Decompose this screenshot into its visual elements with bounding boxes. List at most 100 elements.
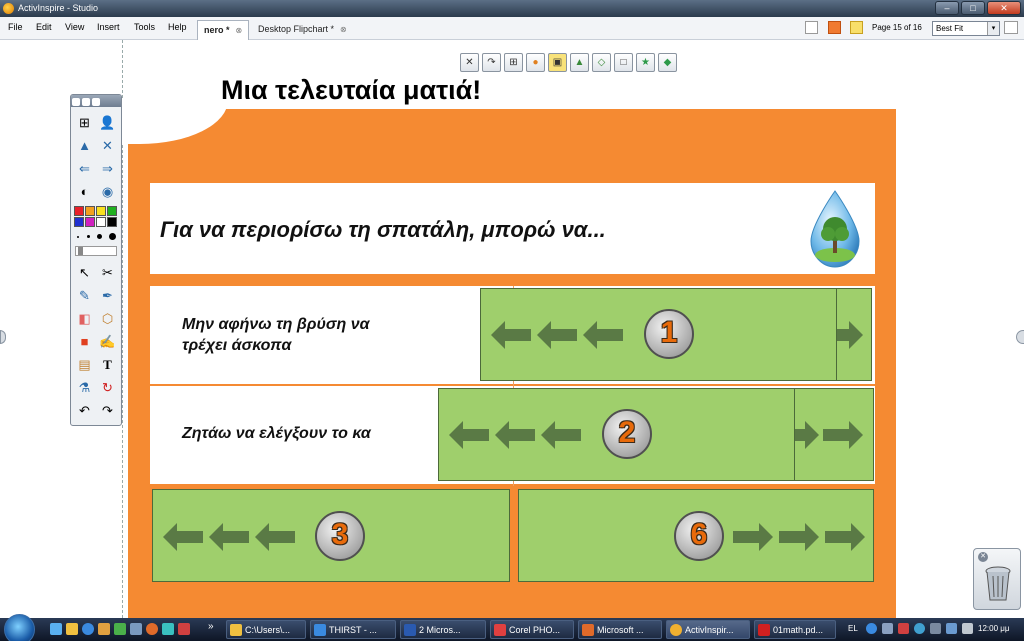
color-swatch-yellow[interactable]	[96, 206, 106, 216]
clock[interactable]: 12:00 μμ	[978, 624, 1009, 633]
volume-icon[interactable]	[962, 623, 973, 634]
task-explorer[interactable]: C:\Users\...	[226, 620, 306, 639]
magic-ink-tool[interactable]: ⚗	[75, 378, 94, 397]
help-icon[interactable]	[866, 623, 877, 634]
menu-insert[interactable]: Insert	[97, 22, 120, 32]
next-page-tool[interactable]: ⇒	[98, 159, 117, 178]
menu-file[interactable]: File	[8, 22, 23, 32]
toolbar-button[interactable]: ⊞	[504, 53, 523, 72]
menu-help[interactable]: Help	[168, 22, 187, 32]
network-icon[interactable]	[930, 623, 941, 634]
tray-icon[interactable]	[882, 623, 893, 634]
tab-nero[interactable]: nero * ⊗	[197, 20, 250, 40]
close-button[interactable]: ✕	[987, 1, 1021, 15]
redo-tool[interactable]: ↷	[98, 401, 117, 420]
tray-icon[interactable]	[946, 623, 957, 634]
menu-edit[interactable]: Edit	[36, 22, 52, 32]
app-icon[interactable]	[114, 623, 126, 635]
tab-desktop-flipchart[interactable]: Desktop Flipchart * ⊗	[252, 20, 353, 40]
toolbar-button[interactable]: ▣	[548, 53, 567, 72]
quicklaunch-overflow[interactable]: »	[208, 621, 214, 632]
firefox-icon[interactable]	[146, 623, 158, 635]
tools-tool[interactable]: ✕	[98, 136, 117, 155]
maximize-button[interactable]: □	[961, 1, 985, 15]
folder-icon[interactable]	[66, 623, 78, 635]
resource-icon[interactable]	[828, 21, 841, 34]
toolbar-button[interactable]: ●	[526, 53, 545, 72]
toolbox-header[interactable]	[71, 95, 121, 107]
minimize-button[interactable]: –	[935, 1, 959, 15]
number-badge-1[interactable]: 1	[644, 309, 694, 359]
app-icon[interactable]	[178, 623, 190, 635]
reveal-panel-1-edge[interactable]	[836, 288, 872, 381]
color-swatch-orange[interactable]	[85, 206, 95, 216]
toolbar-button[interactable]: ✕	[460, 53, 479, 72]
image-tool[interactable]: ▤	[75, 355, 94, 374]
language-indicator[interactable]: EL	[848, 624, 858, 633]
number-badge-3[interactable]: 3	[315, 511, 365, 561]
fill-tool[interactable]: ⬡	[98, 309, 117, 328]
highlighter-tool[interactable]: ✒	[98, 286, 117, 305]
reset-page-tool[interactable]: ↻	[98, 378, 117, 397]
profile-tool[interactable]: 👤	[98, 113, 117, 132]
toolbar-button[interactable]: □	[614, 53, 633, 72]
tray-icon[interactable]	[914, 623, 925, 634]
task-corel[interactable]: Corel PHO...	[490, 620, 574, 639]
scroll-right-icon[interactable]	[1004, 21, 1018, 34]
reveal-panel-2[interactable]: 2	[438, 388, 795, 481]
page-browser-icon[interactable]	[805, 21, 818, 34]
tab-close-icon[interactable]: ⊗	[236, 26, 243, 35]
tray-icon[interactable]	[898, 623, 909, 634]
toolbar-button[interactable]: ★	[636, 53, 655, 72]
show-desktop-icon[interactable]	[50, 623, 62, 635]
menu-view[interactable]: View	[65, 22, 84, 32]
toolbar-button[interactable]: ▲	[570, 53, 589, 72]
reveal-panel-1[interactable]: 1	[480, 288, 838, 381]
trash-can[interactable]: ✕	[973, 548, 1021, 610]
color-swatch-green[interactable]	[107, 206, 117, 216]
color-swatch-red[interactable]	[74, 206, 84, 216]
color-swatch-blue[interactable]	[74, 217, 84, 227]
shape-tool[interactable]: ■	[75, 332, 94, 351]
task-activinspire[interactable]: ActivInspir...	[666, 620, 750, 639]
mountain-tool[interactable]: ▲	[75, 136, 94, 155]
undo-tool[interactable]: ↶	[75, 401, 94, 420]
scissors-tool[interactable]: ✂	[98, 263, 117, 282]
select-tool[interactable]: ↖	[75, 263, 94, 282]
toolbar-button[interactable]: ◆	[658, 53, 677, 72]
task-thirst[interactable]: THIRST - ...	[310, 620, 396, 639]
reveal-panel-6[interactable]: 6	[518, 489, 874, 582]
eraser-tool[interactable]: ◐	[75, 182, 94, 201]
connector-tool[interactable]: ✍	[98, 332, 117, 351]
number-badge-6[interactable]: 6	[674, 511, 724, 561]
number-badge-2[interactable]: 2	[602, 409, 652, 459]
app-icon[interactable]	[162, 623, 174, 635]
pen-tool[interactable]: ✎	[75, 286, 94, 305]
pen-width-dots[interactable]	[75, 233, 117, 241]
previous-page-tool[interactable]: ⇐	[75, 159, 94, 178]
ie-icon[interactable]	[82, 623, 94, 635]
color-swatch-magenta[interactable]	[85, 217, 95, 227]
text-tool[interactable]: T	[98, 355, 117, 374]
app-icon[interactable]	[130, 623, 142, 635]
notes-icon[interactable]	[850, 21, 863, 34]
task-powerpoint[interactable]: Microsoft ...	[578, 620, 662, 639]
close-icon[interactable]: ✕	[978, 552, 988, 562]
pen-width-slider[interactable]	[75, 246, 117, 256]
reveal-panel-2-edge[interactable]	[790, 388, 874, 481]
right-drawer-handle[interactable]	[1016, 330, 1024, 344]
menu-tools[interactable]: Tools	[134, 22, 155, 32]
tab-close-icon[interactable]: ⊗	[340, 25, 347, 34]
main-menu-tool[interactable]: ⊞	[75, 113, 94, 132]
color-swatch-black[interactable]	[107, 217, 117, 227]
toolbar-button[interactable]: ◇	[592, 53, 611, 72]
eraser-pen-tool[interactable]: ◧	[75, 309, 94, 328]
zoom-select[interactable]: Best Fit ▾	[932, 21, 1000, 36]
toolbar-button[interactable]: ↷	[482, 53, 501, 72]
chevron-down-icon[interactable]: ▾	[987, 22, 999, 35]
color-swatch-white[interactable]	[96, 217, 106, 227]
left-drawer-handle[interactable]	[0, 330, 6, 344]
start-button[interactable]	[4, 614, 35, 641]
reveal-panel-3[interactable]: 3	[152, 489, 510, 582]
task-pdf[interactable]: 01math.pd...	[754, 620, 836, 639]
